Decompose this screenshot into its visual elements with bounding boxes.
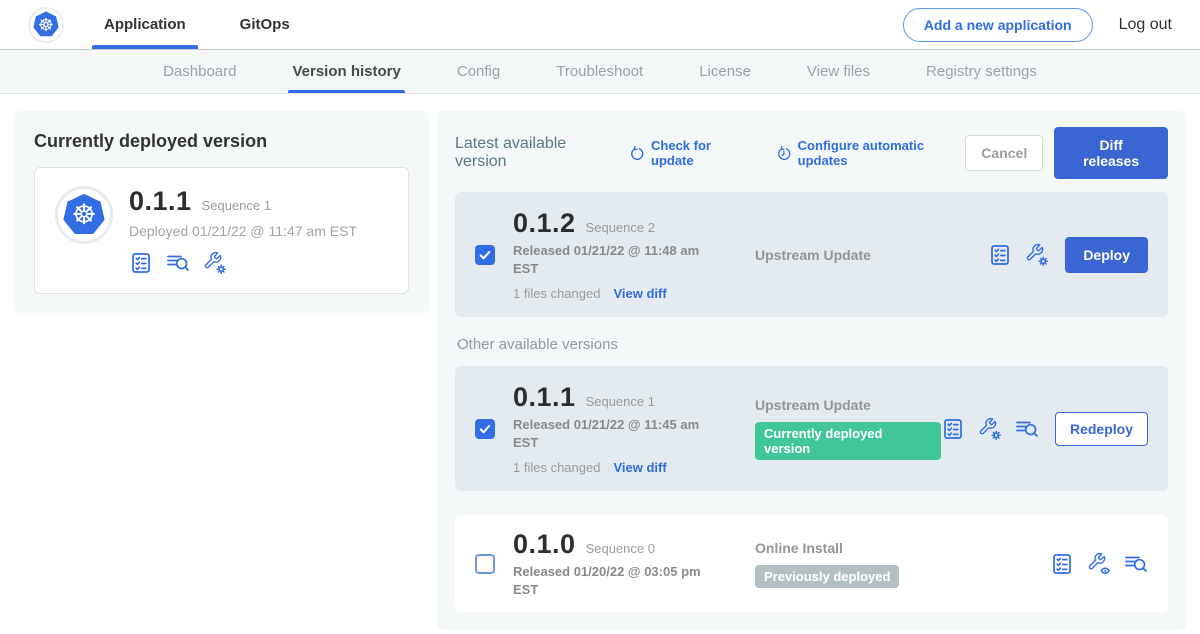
add-application-button[interactable]: Add a new application [903, 8, 1093, 42]
tab-registry-settings[interactable]: Registry settings [926, 50, 1037, 93]
tab-troubleshoot[interactable]: Troubleshoot [556, 50, 643, 93]
diff-releases-button[interactable]: Diff releases [1054, 127, 1168, 179]
version-checkbox[interactable] [475, 245, 495, 265]
preflight-checks-icon[interactable] [988, 243, 1012, 267]
version-actions [1050, 552, 1148, 576]
kubernetes-logo: ☸ [28, 7, 64, 43]
latest-version-title: Latest available version [455, 135, 611, 171]
configure-auto-updates-link[interactable]: Configure automatic updates [776, 138, 965, 168]
version-number: 0.1.1 [513, 382, 576, 413]
deployed-sequence-label: Sequence 1 [202, 198, 271, 213]
version-row-0-1-2: 0.1.2 Sequence 2 Released 01/21/22 @ 11:… [455, 192, 1168, 317]
deploy-button[interactable]: Deploy [1065, 237, 1148, 273]
files-changed-label: 1 files changed [513, 460, 600, 475]
version-row-0-1-1: 0.1.1 Sequence 1 Released 01/21/22 @ 11:… [455, 366, 1168, 491]
released-timestamp: Released 01/21/22 @ 11:45 am EST [513, 416, 709, 451]
released-timestamp: Released 01/20/22 @ 03:05 pm EST [513, 563, 709, 598]
currently-deployed-card: Currently deployed version ☸ 0.1.1 Seque… [14, 111, 429, 314]
view-diff-link[interactable]: View diff [613, 286, 666, 301]
version-source: Online Install Previously deployed [715, 540, 1050, 588]
version-info: 0.1.0 Sequence 0 Released 01/20/22 @ 03:… [513, 529, 715, 598]
deployed-timestamp: Deployed 01/21/22 @ 11:47 am EST [129, 223, 357, 239]
sequence-label: Sequence 0 [586, 541, 655, 556]
tab-application[interactable]: Application [98, 0, 192, 49]
tab-gitops-label: GitOps [240, 16, 290, 33]
source-label: Upstream Update [755, 247, 988, 263]
check-for-update-label: Check for update [651, 138, 750, 168]
edit-config-icon[interactable] [978, 417, 1002, 441]
version-info: 0.1.2 Sequence 2 Released 01/21/22 @ 11:… [513, 208, 715, 301]
version-checkbox[interactable] [475, 419, 495, 439]
clock-refresh-icon [776, 145, 792, 162]
currently-deployed-title: Currently deployed version [34, 131, 409, 152]
released-timestamp: Released 01/21/22 @ 11:48 am EST [513, 242, 709, 277]
deployed-version-number: 0.1.1 [129, 186, 192, 217]
deployed-version-info: 0.1.1 Sequence 1 Deployed 01/21/22 @ 11:… [129, 186, 357, 275]
files-changed-label: 1 files changed [513, 286, 600, 301]
version-source: Upstream Update [715, 247, 988, 263]
other-versions-title: Other available versions [457, 336, 1168, 353]
row-spacer [455, 491, 1168, 515]
configure-auto-updates-label: Configure automatic updates [798, 138, 966, 168]
version-actions: Deploy [988, 237, 1148, 273]
tab-application-label: Application [104, 16, 186, 33]
deployed-version-box: ☸ 0.1.1 Sequence 1 Deployed 01/21/22 @ 1… [34, 167, 409, 294]
version-source: Upstream Update Currently deployed versi… [715, 397, 941, 460]
checkmark-icon [478, 248, 492, 262]
source-label: Online Install [755, 540, 1050, 556]
cancel-button[interactable]: Cancel [965, 135, 1043, 171]
kubernetes-heptagon: ☸ [62, 193, 106, 237]
version-checkbox[interactable] [475, 554, 495, 574]
sequence-label: Sequence 2 [586, 220, 655, 235]
helm-wheel-icon: ☸ [71, 201, 96, 229]
logout-link[interactable]: Log out [1119, 16, 1172, 34]
view-files-icon[interactable] [166, 251, 190, 275]
view-diff-link[interactable]: View diff [613, 460, 666, 475]
app-logo: ☸ [55, 186, 113, 244]
sequence-label: Sequence 1 [586, 394, 655, 409]
app-sub-nav: Dashboard Version history Config Trouble… [0, 50, 1200, 94]
helm-wheel-icon: ☸ [38, 16, 54, 34]
version-actions: Redeploy [941, 412, 1148, 446]
checkmark-icon [478, 422, 492, 436]
tab-dashboard[interactable]: Dashboard [163, 50, 236, 93]
tab-gitops[interactable]: GitOps [234, 0, 296, 49]
check-for-update-link[interactable]: Check for update [629, 138, 750, 168]
refresh-icon [629, 145, 645, 162]
view-files-icon[interactable] [1124, 552, 1148, 576]
version-history-panel: Latest available version Check for updat… [437, 111, 1186, 630]
preflight-checks-icon[interactable] [1050, 552, 1074, 576]
version-row-0-1-0: 0.1.0 Sequence 0 Released 01/20/22 @ 03:… [455, 515, 1168, 612]
tab-version-history[interactable]: Version history [292, 50, 400, 93]
previously-deployed-badge: Previously deployed [755, 565, 899, 588]
currently-deployed-badge: Currently deployed version [755, 422, 941, 460]
source-label: Upstream Update [755, 397, 941, 413]
view-files-icon[interactable] [1015, 417, 1039, 441]
tab-view-files[interactable]: View files [807, 50, 870, 93]
version-number: 0.1.2 [513, 208, 576, 239]
main-content: Currently deployed version ☸ 0.1.1 Seque… [0, 94, 1200, 630]
tab-config[interactable]: Config [457, 50, 500, 93]
view-config-icon[interactable] [1087, 552, 1111, 576]
preflight-checks-icon[interactable] [941, 417, 965, 441]
latest-version-header: Latest available version Check for updat… [455, 127, 1168, 179]
kubernetes-heptagon: ☸ [33, 11, 60, 38]
edit-config-icon[interactable] [1025, 243, 1049, 267]
redeploy-button[interactable]: Redeploy [1055, 412, 1148, 446]
version-number: 0.1.0 [513, 529, 576, 560]
edit-config-icon[interactable] [203, 251, 227, 275]
top-nav: ☸ Application GitOps Add a new applicati… [0, 0, 1200, 50]
version-info: 0.1.1 Sequence 1 Released 01/21/22 @ 11:… [513, 382, 715, 475]
preflight-checks-icon[interactable] [129, 251, 153, 275]
tab-license[interactable]: License [699, 50, 751, 93]
